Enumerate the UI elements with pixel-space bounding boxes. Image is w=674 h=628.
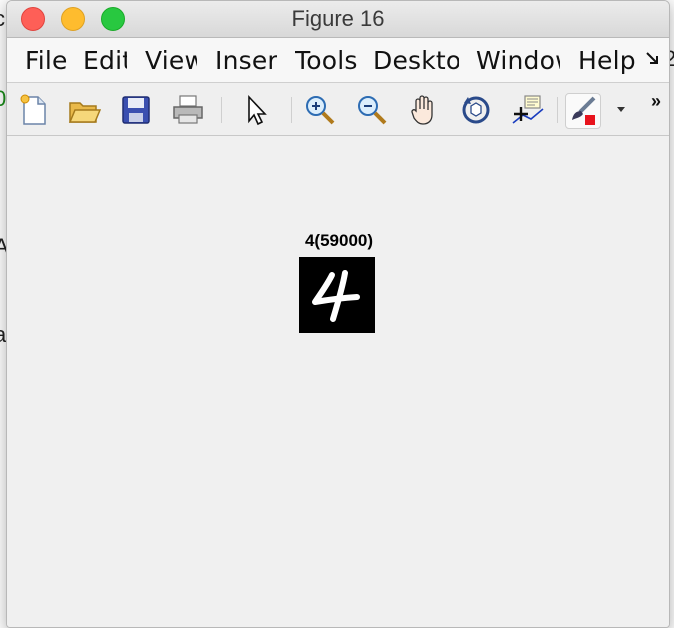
window-title: Figure 16: [291, 6, 385, 31]
menu-window[interactable]: Window: [476, 46, 560, 75]
rotate-3d-icon[interactable]: [459, 93, 493, 127]
toolbar-overflow-button[interactable]: »: [651, 91, 661, 112]
print-figure-icon[interactable]: [171, 93, 205, 127]
menu-bar: File Edit View Insert Tools Desktop Wind…: [7, 38, 669, 83]
toolbar-separator: [557, 97, 558, 123]
axes-title: 4(59000): [304, 231, 374, 250]
title-bar[interactable]: Figure 16: [7, 1, 669, 38]
brush-icon[interactable]: [565, 93, 601, 129]
edit-plot-icon[interactable]: [239, 93, 273, 127]
zoom-in-icon[interactable]: [303, 93, 337, 127]
digit-image: [299, 257, 375, 333]
menu-tools[interactable]: Tools: [295, 46, 357, 75]
figure-canvas: 4(59000): [7, 136, 669, 627]
save-figure-icon[interactable]: [119, 93, 153, 127]
menu-view[interactable]: View: [145, 46, 197, 75]
data-cursor-icon[interactable]: [511, 93, 545, 127]
menu-file[interactable]: File: [25, 46, 67, 75]
figure-toolbar: »: [7, 83, 669, 136]
toolbar-separator: [221, 97, 222, 123]
toolbar-separator: [291, 97, 292, 123]
handwritten-digit-4-image: [312, 270, 360, 322]
menu-help[interactable]: Help: [578, 46, 636, 75]
new-figure-icon[interactable]: [17, 93, 51, 127]
menu-desktop[interactable]: Desktop: [373, 46, 459, 75]
menu-edit[interactable]: Edit: [83, 46, 127, 75]
brush-dropdown-icon[interactable]: [617, 107, 625, 112]
bg-char: c: [0, 6, 5, 32]
zoom-out-icon[interactable]: [355, 93, 389, 127]
figure-window: Figure 16 File Edit View Insert Tools De…: [6, 0, 670, 628]
menu-insert[interactable]: Insert: [215, 46, 277, 75]
pan-icon[interactable]: [407, 93, 441, 127]
open-file-icon[interactable]: [67, 93, 101, 127]
menu-overflow-icon[interactable]: [645, 50, 661, 66]
